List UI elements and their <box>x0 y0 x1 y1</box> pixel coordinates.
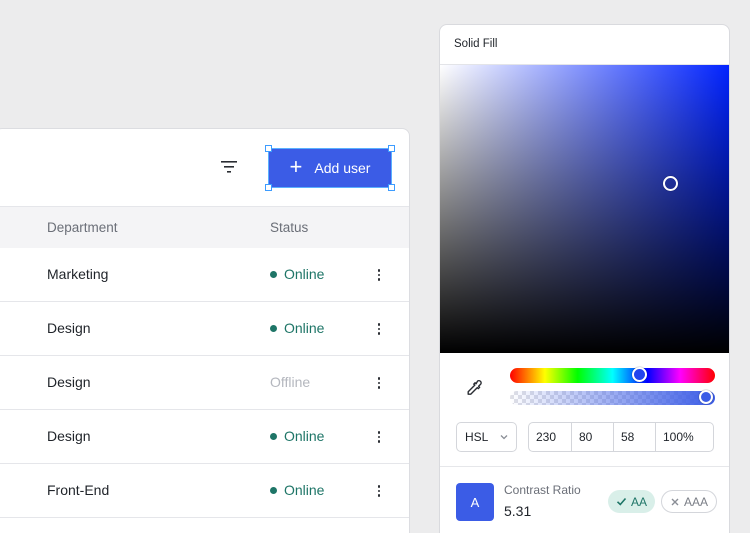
contrast-swatch: A <box>456 483 494 521</box>
more-vertical-icon[interactable] <box>371 267 387 283</box>
column-header-status[interactable]: Status <box>270 220 308 235</box>
x-icon <box>671 498 679 505</box>
table-row[interactable]: Marketing Online <box>0 248 409 302</box>
hue-handle[interactable] <box>632 367 647 382</box>
more-vertical-icon[interactable] <box>371 321 387 337</box>
add-user-label: Add user <box>314 160 371 176</box>
add-user-button[interactable]: + Add user <box>269 149 391 187</box>
check-icon <box>616 497 627 506</box>
status-text: Online <box>284 428 325 444</box>
online-dot-icon <box>270 432 277 440</box>
row-department: Marketing <box>47 266 109 282</box>
table-header: Department Status <box>0 206 409 248</box>
table-row[interactable]: Design Online <box>0 410 409 464</box>
aa-pass-badge: AA <box>608 490 656 513</box>
more-vertical-icon[interactable] <box>371 483 387 499</box>
swatch-letter: A <box>470 494 480 510</box>
aaa-label: AAA <box>684 494 709 509</box>
more-vertical-icon[interactable] <box>371 429 387 445</box>
row-status: Offline <box>270 374 310 390</box>
color-picker-panel: Solid Fill HSL 230 80 58 100% A Contrast… <box>439 24 730 533</box>
status-text: Offline <box>270 374 311 390</box>
color-mode-select[interactable]: HSL <box>456 422 517 452</box>
divider <box>440 466 729 467</box>
status-text: Online <box>284 266 325 282</box>
row-department: Front-End <box>47 482 110 498</box>
row-status: Online <box>270 266 324 282</box>
alpha-handle[interactable] <box>699 390 713 404</box>
row-status: Online <box>270 428 324 444</box>
resize-handle-tl[interactable] <box>265 145 272 152</box>
status-text: Online <box>284 320 325 336</box>
add-user-selection: + Add user <box>265 145 395 191</box>
filter-icon <box>221 161 237 173</box>
table-row[interactable]: Design Offline <box>0 356 409 410</box>
aaa-fail-badge: AAA <box>661 490 718 513</box>
chevron-down-icon <box>500 435 508 440</box>
resize-handle-bl[interactable] <box>265 184 272 191</box>
online-dot-icon <box>270 324 277 332</box>
online-dot-icon <box>270 270 277 278</box>
hue-slider[interactable] <box>510 367 715 383</box>
contrast-ratio-label: Contrast Ratio <box>504 483 581 497</box>
filter-button[interactable] <box>219 157 239 177</box>
resize-handle-tr[interactable] <box>388 145 395 152</box>
saturation-handle[interactable] <box>663 176 678 191</box>
panel-title: Solid Fill <box>454 38 498 50</box>
resize-handle-br[interactable] <box>388 184 395 191</box>
row-status: Online <box>270 482 324 498</box>
row-department: Design <box>47 320 91 336</box>
eyedropper-button[interactable] <box>464 378 484 398</box>
plus-icon: + <box>289 154 303 179</box>
table-row[interactable]: Design Online <box>0 302 409 356</box>
table-row[interactable]: Front-End Online <box>0 464 409 518</box>
online-dot-icon <box>270 486 277 494</box>
aa-label: AA <box>631 494 648 509</box>
lightness-input[interactable]: 58 <box>614 423 656 451</box>
color-value-inputs: 230 80 58 100% <box>528 422 714 452</box>
opacity-input[interactable]: 100% <box>656 423 713 451</box>
hue-input[interactable]: 230 <box>529 423 572 451</box>
card-header: + Add user <box>0 129 409 206</box>
color-mode-value: HSL <box>465 430 489 444</box>
more-vertical-icon[interactable] <box>371 375 387 391</box>
users-card: + Add user Department Status Marketing O… <box>0 128 410 533</box>
row-department: Design <box>47 428 91 444</box>
contrast-ratio-value: 5.31 <box>504 503 532 519</box>
status-text: Online <box>284 482 325 498</box>
alpha-slider[interactable] <box>510 390 715 405</box>
row-department: Design <box>47 374 91 390</box>
column-header-department[interactable]: Department <box>47 220 118 235</box>
eyedropper-icon <box>467 380 482 395</box>
saturation-value-area[interactable] <box>440 64 729 353</box>
saturation-input[interactable]: 80 <box>572 423 614 451</box>
row-status: Online <box>270 320 324 336</box>
